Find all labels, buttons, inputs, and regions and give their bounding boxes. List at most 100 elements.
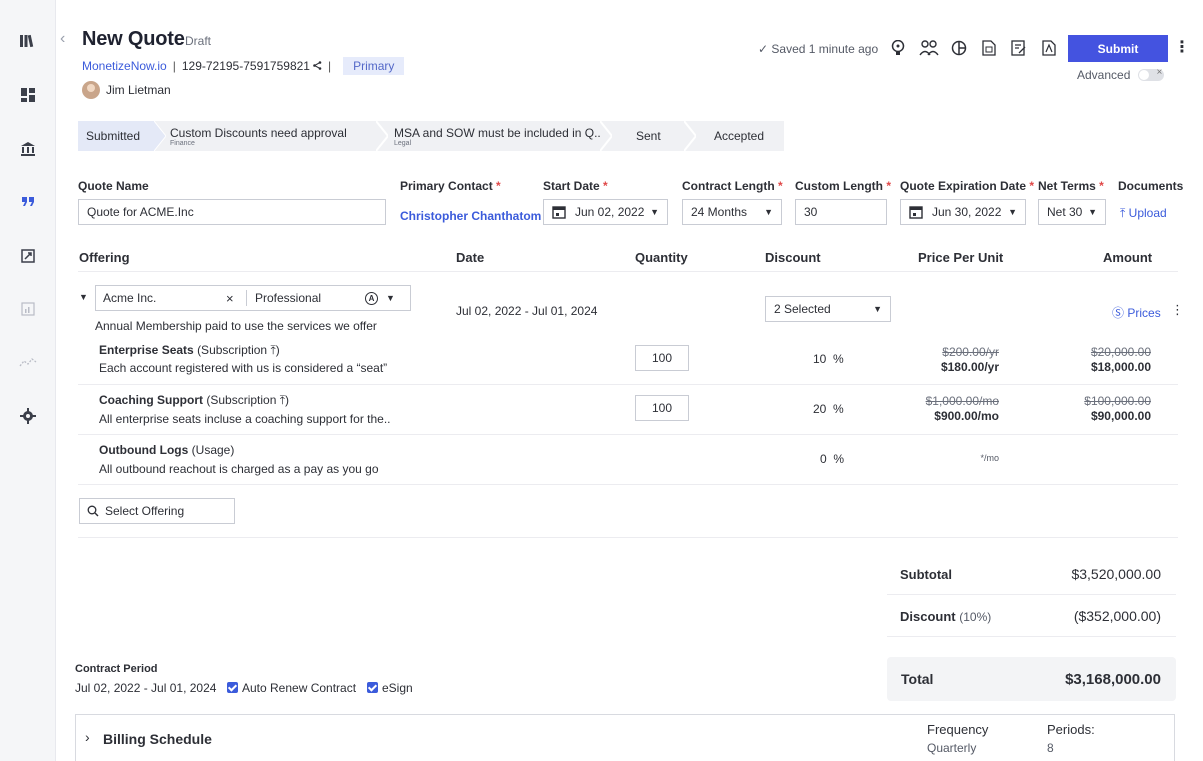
net-terms-select[interactable]: Net 30 ▼: [1038, 199, 1106, 225]
step-label: Sent: [636, 129, 661, 143]
step-label: Accepted: [714, 129, 765, 143]
contract-period-label: Contract Period: [75, 663, 158, 675]
quantity-input[interactable]: 100: [635, 395, 689, 421]
upload-button[interactable]: ⤒ Upload: [1120, 206, 1167, 221]
checkbox-label: eSign: [382, 681, 413, 695]
expand-chevron-icon[interactable]: ›: [85, 729, 90, 745]
advanced-toggle[interactable]: [1138, 67, 1165, 81]
advanced-label: Advanced: [1077, 68, 1131, 82]
line-item-name: Enterprise Seats: [99, 343, 194, 357]
step-sent[interactable]: Sent: [636, 121, 661, 151]
discounted-price: $900.00/mo: [934, 409, 999, 423]
expiration-date-label: Quote Expiration Date *: [900, 179, 1034, 193]
avatar: [82, 81, 100, 99]
required-mark: *: [1099, 179, 1104, 193]
input-placeholder: Select Offering: [105, 504, 185, 518]
discount-select[interactable]: 2 Selected ▼: [765, 296, 891, 322]
start-date-picker[interactable]: Jun 02, 2022 ▼: [543, 199, 668, 225]
invoice-icon[interactable]: [17, 245, 39, 267]
select-offering-input[interactable]: Select Offering: [79, 498, 235, 524]
caret-down-icon: ▼: [650, 207, 659, 217]
back-chevron-icon[interactable]: ‹: [60, 30, 65, 48]
primary-tag: Primary: [343, 57, 405, 75]
discount-value[interactable]: 20 %: [813, 402, 844, 416]
discount-value[interactable]: 0 %: [820, 452, 844, 466]
submit-button[interactable]: Submit: [1068, 35, 1168, 62]
required-mark: *: [886, 179, 892, 193]
divider: [78, 434, 1178, 435]
total-value: $3,168,000.00: [1065, 671, 1161, 688]
step-sublabel: Finance: [170, 139, 195, 147]
step-chevron: [600, 121, 612, 151]
line-item-title: Enterprise Seats (Subscription ⤒): [99, 343, 280, 358]
collapse-caret-icon[interactable]: ▼: [79, 292, 88, 302]
col-amount: Amount: [1103, 250, 1153, 265]
caret-down-icon: ▼: [873, 304, 882, 314]
step-sublabel: Legal: [394, 139, 412, 147]
discounted-amount: $18,000.00: [1090, 360, 1151, 374]
divider: [78, 384, 1178, 385]
analytics-icon[interactable]: [17, 351, 39, 373]
custom-length-input[interactable]: 30: [795, 199, 887, 225]
clear-icon[interactable]: ×: [226, 291, 246, 306]
discounted-amount: $90,000.00: [1090, 409, 1151, 423]
users-icon[interactable]: [918, 37, 940, 59]
discount-value[interactable]: 10 %: [813, 352, 844, 366]
step-submitted[interactable]: Submitted: [78, 121, 154, 151]
esign-checkbox[interactable]: eSign: [367, 681, 413, 695]
input-value: Net 30: [1047, 205, 1083, 219]
quantity-input[interactable]: 100: [635, 345, 689, 371]
account-value: Acme Inc.: [103, 291, 157, 305]
discount-number: 10: [813, 352, 827, 366]
settings-icon[interactable]: [17, 405, 39, 427]
step-label: Custom Discounts need approval: [170, 125, 347, 140]
offering-combobox[interactable]: Acme Inc. × Professional A ▼: [95, 285, 411, 311]
input-value: Jun 02, 2022: [575, 205, 645, 219]
document-icon[interactable]: [978, 37, 1000, 59]
divider: [246, 290, 247, 306]
discount-number: 20: [813, 402, 827, 416]
prices-link[interactable]: Ⓢ Prices: [1112, 304, 1161, 321]
idea-icon[interactable]: [887, 37, 909, 59]
line-item-description: Each account registered with us is consi…: [99, 361, 388, 375]
company-link[interactable]: MonetizeNow.io: [82, 59, 167, 73]
input-value: 2 Selected: [774, 302, 831, 316]
advanced-toggle-row: Advanced: [1077, 67, 1165, 82]
share-icon[interactable]: [313, 59, 322, 73]
contract-period-value: Jul 02, 2022 - Jul 01, 2024: [75, 681, 217, 695]
step-accepted[interactable]: Accepted: [714, 121, 764, 151]
col-date: Date: [456, 250, 485, 265]
edit-document-icon[interactable]: [1008, 37, 1030, 59]
pdf-icon[interactable]: [1038, 37, 1060, 59]
step-finance-approval[interactable]: Custom Discounts need approval Finance: [170, 121, 347, 151]
row-more-icon[interactable]: ⋮: [1171, 302, 1184, 318]
plan-value: Professional: [255, 291, 322, 305]
price-tag-icon: Ⓢ: [1112, 306, 1125, 320]
contract-length-select[interactable]: 24 Months ▼: [682, 199, 782, 225]
line-item-type: (Subscription: [197, 343, 268, 357]
left-rail: [0, 0, 56, 761]
required-mark: *: [778, 179, 783, 193]
search-icon: [87, 505, 99, 517]
subtotal-value: $3,520,000.00: [1071, 566, 1161, 582]
line-item-title: Coaching Support (Subscription ⤒): [99, 393, 289, 408]
caret-down-icon: ▼: [764, 207, 773, 217]
line-item-type-close: ): [275, 343, 280, 357]
discount-total-value: ($352,000.00): [1073, 608, 1161, 624]
divider: |: [172, 59, 176, 73]
more-menu-icon[interactable]: ⋮: [1174, 38, 1190, 58]
dashboard-icon[interactable]: [17, 84, 39, 106]
quote-icon[interactable]: [17, 191, 39, 213]
pie-chart-icon[interactable]: [948, 37, 970, 59]
discount-number: 0: [820, 452, 827, 466]
auto-renew-checkbox[interactable]: Auto Renew Contract: [227, 681, 356, 695]
library-icon[interactable]: [17, 30, 39, 52]
owner[interactable]: Jim Lietman: [82, 81, 171, 99]
expiration-date-picker[interactable]: Jun 30, 2022 ▼: [900, 199, 1026, 225]
quote-name-input[interactable]: Quote for ACME.Inc: [78, 199, 386, 225]
billing-schedule-panel[interactable]: › Billing Schedule Frequency Quarterly P…: [75, 714, 1175, 761]
step-legal-approval[interactable]: MSA and SOW must be included in Q.. Lega…: [394, 121, 601, 151]
report-icon[interactable]: [17, 298, 39, 320]
bank-icon[interactable]: [17, 138, 39, 160]
primary-contact-link[interactable]: Christopher Chanthatom: [400, 209, 541, 223]
